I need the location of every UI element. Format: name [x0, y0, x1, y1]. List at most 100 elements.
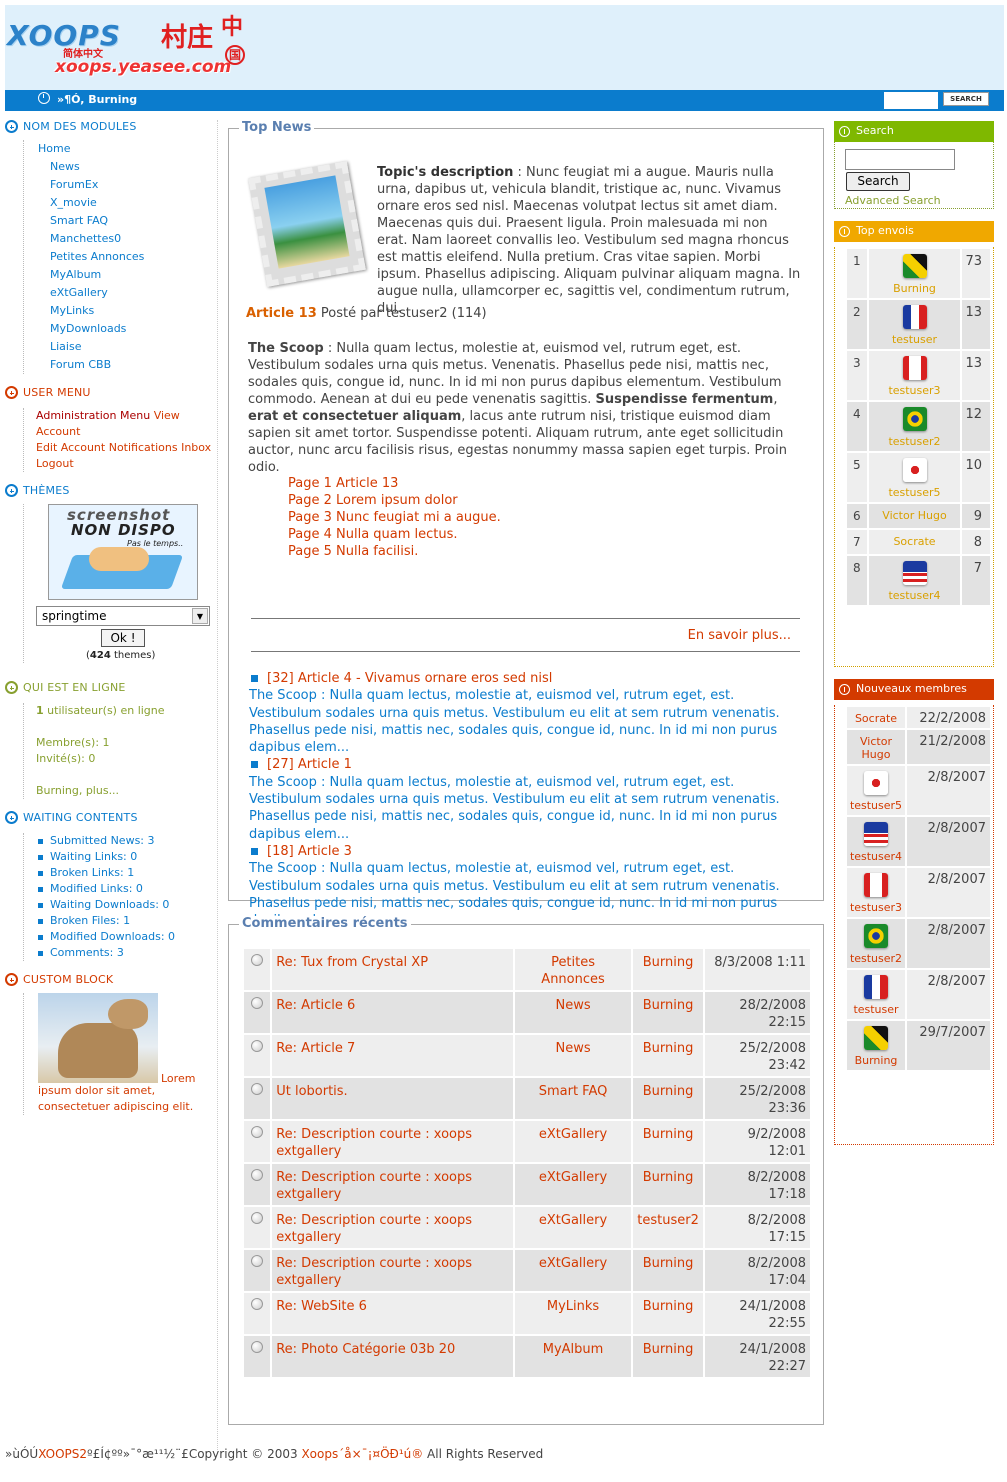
article-page-link[interactable]: Page 5 Nulla facilisi. [288, 543, 501, 560]
member-name-link[interactable]: testuser2 [850, 952, 902, 965]
member-name-link[interactable]: Victor Hugo [860, 735, 892, 761]
center-column: Top News Topic's description : Nunc feug… [228, 120, 824, 1425]
waiting-item[interactable]: Comments: 3 [36, 945, 215, 961]
footer-xoops2-link[interactable]: XOOPS2 [38, 1447, 87, 1461]
module-link[interactable]: MyLinks [50, 302, 215, 320]
comment-user-link[interactable]: Burning [630, 1033, 706, 1078]
comment-user-link[interactable]: testuser2 [630, 1205, 706, 1250]
top-navbar: »¶Ó, Burning SEARCH [5, 90, 1004, 111]
module-link[interactable]: Home [38, 140, 215, 158]
module-link[interactable]: Manchettes0 [50, 230, 215, 248]
theme-ok-button[interactable]: Ok ! [101, 629, 145, 647]
waiting-item[interactable]: Submitted News: 3 [36, 833, 215, 849]
member-name-link[interactable]: testuser3 [850, 901, 902, 914]
comment-title-link[interactable]: Re: Description courte : xoops extgaller… [270, 1248, 516, 1293]
online-more-link[interactable]: Burning, plus... [36, 783, 215, 799]
module-link[interactable]: eXtGallery [50, 284, 215, 302]
chevron-down-icon[interactable]: ▼ [192, 608, 208, 624]
module-link[interactable]: Smart FAQ [50, 212, 215, 230]
logout-link[interactable]: Logout [36, 457, 74, 470]
member-name-link[interactable]: Socrate [855, 712, 897, 725]
search-button[interactable]: Search [846, 172, 910, 191]
module-link[interactable]: Liaise [50, 338, 215, 356]
comment-user-link[interactable]: Burning [630, 1076, 706, 1121]
poster-name-link[interactable]: Socrate [893, 535, 935, 548]
article-link[interactable]: Article 13 [246, 306, 317, 321]
poster-name-link[interactable]: Victor Hugo [882, 509, 946, 522]
comment-user-link[interactable]: Burning [630, 1162, 706, 1207]
module-link[interactable]: Petites Annonces [50, 248, 215, 266]
comment-title-link[interactable]: Re: Description courte : xoops extgaller… [270, 1119, 516, 1164]
comment-title-link[interactable]: Re: Description courte : xoops extgaller… [270, 1205, 516, 1250]
waiting-item[interactable]: Modified Links: 0 [36, 881, 215, 897]
poster-name-link[interactable]: testuser2 [888, 435, 940, 448]
module-link[interactable]: News [50, 158, 215, 176]
module-link[interactable]: X_movie [50, 194, 215, 212]
admin-menu-link[interactable]: Administration Menu [36, 409, 150, 422]
module-link[interactable]: Forum CBB [50, 356, 215, 374]
article-page-link[interactable]: Page 1 Article 13 [288, 475, 501, 492]
comment-module-link[interactable]: Smart FAQ [513, 1076, 633, 1121]
comment-module-link[interactable]: MyAlbum [513, 1334, 633, 1379]
waiting-item[interactable]: Waiting Downloads: 0 [36, 897, 215, 913]
waiting-item[interactable]: Modified Downloads: 0 [36, 929, 215, 945]
comment-title-link[interactable]: Re: Article 6 [270, 990, 516, 1035]
comment-title-link[interactable]: Re: Tux from Crystal XP [270, 947, 516, 992]
comment-title-link[interactable]: Re: Article 7 [270, 1033, 516, 1078]
member-name-link[interactable]: Burning [855, 1054, 898, 1067]
module-link[interactable]: MyAlbum [50, 266, 215, 284]
waiting-item[interactable]: Broken Links: 1 [36, 865, 215, 881]
header-search-button[interactable]: SEARCH [943, 92, 989, 106]
member-name-link[interactable]: testuser5 [850, 799, 902, 812]
poster-name-link[interactable]: testuser3 [888, 384, 940, 397]
comment-module-link[interactable]: Petites Annonces [513, 947, 633, 992]
read-more-link[interactable]: En savoir plus... [688, 628, 791, 643]
member-name-link[interactable]: testuser4 [850, 850, 902, 863]
module-link[interactable]: MyDownloads [50, 320, 215, 338]
comment-title-link[interactable]: Re: WebSite 6 [270, 1291, 516, 1336]
comment-user-link[interactable]: Burning [630, 990, 706, 1035]
advanced-search-link[interactable]: Advanced Search [845, 194, 941, 207]
header-search-input[interactable] [883, 91, 939, 110]
comment-module-link[interactable]: eXtGallery [513, 1248, 633, 1293]
inbox-link[interactable]: Inbox [181, 441, 211, 454]
notifications-link[interactable]: Notifications [109, 441, 178, 454]
footer-xoops-link[interactable]: Xoops [301, 1447, 338, 1461]
article-page-link[interactable]: Page 4 Nulla quam lectus. [288, 526, 501, 543]
search-input[interactable] [845, 149, 955, 170]
waiting-item[interactable]: Waiting Links: 0 [36, 849, 215, 865]
comment-module-link[interactable]: News [513, 990, 633, 1035]
comment-user-link[interactable]: Burning [630, 1119, 706, 1164]
top-news-panel: Top News Topic's description : Nunc feug… [228, 120, 824, 928]
news-item-title[interactable]: [27] Article 1 [249, 756, 809, 773]
article-page-link[interactable]: Page 2 Lorem ipsum dolor [288, 492, 501, 509]
new-member-row: Victor Hugo 21/2/2008 [845, 728, 992, 766]
poster-name-link[interactable]: testuser5 [888, 486, 940, 499]
themes-block: screenshot NON DISPO Pas le temps.. spri… [23, 504, 215, 663]
comment-module-link[interactable]: eXtGallery [513, 1162, 633, 1207]
comment-title-link[interactable]: Ut lobortis. [270, 1076, 516, 1121]
comment-user-link[interactable]: Burning [630, 1291, 706, 1336]
waiting-item[interactable]: Broken Files: 1 [36, 913, 215, 929]
poster-name-link[interactable]: Burning [893, 282, 936, 295]
edit-account-link[interactable]: Edit Account [36, 441, 105, 454]
comment-module-link[interactable]: eXtGallery [513, 1119, 633, 1164]
comment-user-link[interactable]: Burning [630, 1248, 706, 1293]
module-link[interactable]: ForumEx [50, 176, 215, 194]
comment-user-link[interactable]: Burning [630, 947, 706, 992]
member-join-date: 21/2/2008 [905, 728, 992, 766]
comment-user-link[interactable]: Burning [630, 1334, 706, 1379]
article-page-link[interactable]: Page 3 Nunc feugiat mi a augue. [288, 509, 501, 526]
news-item-title[interactable]: [32] Article 4 - Vivamus ornare eros sed… [249, 670, 809, 687]
theme-select[interactable]: springtime ▼ [36, 606, 210, 626]
poster-name-link[interactable]: testuser4 [888, 589, 940, 602]
comment-module-link[interactable]: eXtGallery [513, 1205, 633, 1250]
comment-title-link[interactable]: Re: Description courte : xoops extgaller… [270, 1162, 516, 1207]
news-item-title[interactable]: [18] Article 3 [249, 843, 809, 860]
comment-module-link[interactable]: News [513, 1033, 633, 1078]
poster-name-link[interactable]: testuser [892, 333, 937, 346]
site-logo[interactable]: XOOPS 村庄 中 国 简体中文 xoops.yeasee.com [5, 5, 255, 90]
member-name-link[interactable]: testuser [853, 1003, 898, 1016]
comment-title-link[interactable]: Re: Photo Catégorie 03b 20 [270, 1334, 516, 1379]
comment-module-link[interactable]: MyLinks [513, 1291, 633, 1336]
